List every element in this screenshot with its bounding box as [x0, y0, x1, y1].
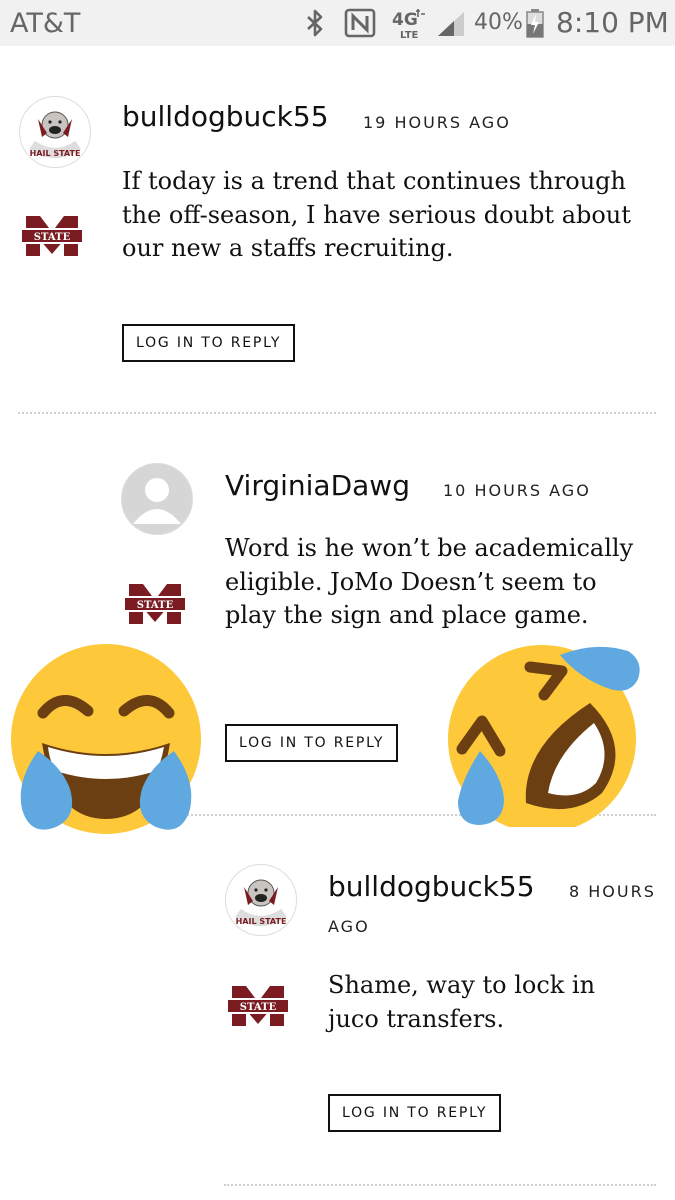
tears-of-joy-emoji — [11, 644, 201, 834]
rolling-on-floor-laughing-emoji — [448, 645, 640, 827]
carrier-label: AT&T — [10, 8, 81, 39]
team-logo-text: STATE — [34, 232, 71, 243]
clock: 8:10 PM — [556, 6, 669, 39]
default-user-icon — [122, 464, 192, 534]
avatar-caption: HAIL STATE — [235, 917, 287, 926]
status-bar: AT&T 4G LTE 40% 8:10 PM — [0, 0, 675, 46]
team-logo-text: STATE — [137, 600, 174, 611]
comment-username[interactable]: bulldogbuck55 — [328, 870, 535, 903]
nfc-icon — [344, 8, 376, 38]
bluetooth-icon — [307, 9, 323, 37]
team-logo-text: STATE — [240, 1002, 277, 1013]
svg-text:LTE: LTE — [400, 30, 419, 40]
comment-divider — [224, 1184, 656, 1186]
log-in-to-reply-button[interactable]: LOG IN TO REPLY — [328, 1094, 502, 1132]
msu-state-logo: STATE — [226, 986, 290, 1026]
comment-text: Shame, way to lock in juco transfers. — [328, 971, 596, 1033]
msu-state-logo: STATE — [20, 216, 84, 256]
comment-text: If today is a trend that continues throu… — [122, 167, 631, 262]
signal-icon — [438, 12, 464, 36]
battery-percent: 40% — [474, 10, 523, 35]
default-user-avatar[interactable] — [121, 463, 193, 535]
bulldog-avatar[interactable]: HAIL STATE — [225, 864, 297, 936]
comment-username[interactable]: VirginiaDawg — [225, 469, 410, 502]
svg-text:4G: 4G — [392, 10, 418, 30]
comment-username[interactable]: bulldogbuck55 — [122, 100, 329, 133]
4g-lte-icon: 4G LTE — [392, 9, 425, 40]
log-in-to-reply-button[interactable]: LOG IN TO REPLY — [122, 324, 296, 362]
msu-state-logo: STATE — [123, 584, 187, 624]
comment-timestamp-line1: 8 HOURS — [569, 882, 656, 901]
log-in-to-reply-button[interactable]: LOG IN TO REPLY — [225, 724, 399, 762]
battery-icon — [526, 9, 544, 38]
avatar-caption: HAIL STATE — [29, 149, 81, 158]
comment-timestamp-line2: AGO — [328, 917, 370, 936]
comment-timestamp: 10 HOURS AGO — [443, 481, 591, 500]
comment-text: Word is he won’t be academically eligibl… — [225, 534, 634, 629]
comment-divider — [18, 412, 656, 414]
bulldog-avatar[interactable]: HAIL STATE — [19, 96, 91, 168]
comment-timestamp: 19 HOURS AGO — [363, 113, 511, 132]
